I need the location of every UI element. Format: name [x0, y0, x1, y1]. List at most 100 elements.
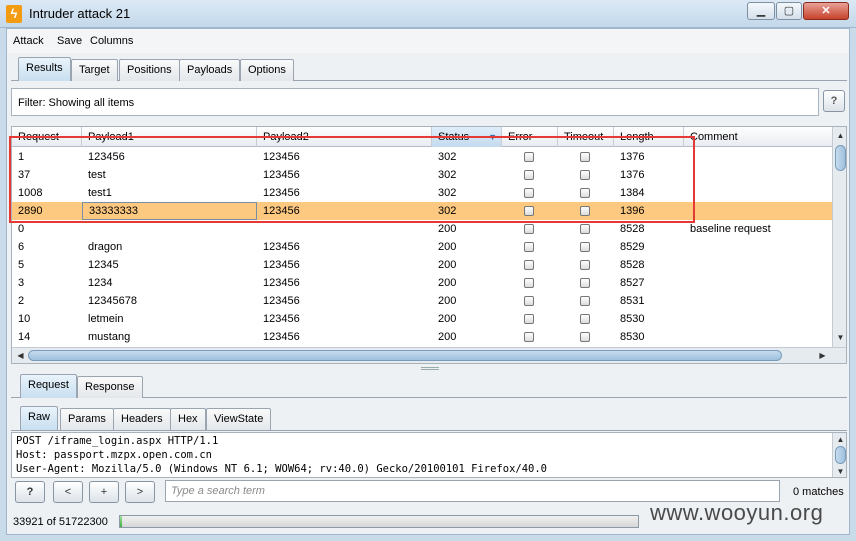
- menu-columns[interactable]: Columns: [90, 35, 133, 47]
- tab-request[interactable]: Request: [20, 374, 77, 398]
- raw-request-editor[interactable]: POST /iframe_login.aspx HTTP/1.1 Host: p…: [11, 432, 847, 478]
- table-row[interactable]: 3 1234 123456 200 8527: [12, 274, 832, 292]
- col-timeout[interactable]: Timeout: [558, 127, 614, 147]
- title-bar: ϟ Intruder attack 21 ▁ ▢ ✕: [0, 0, 856, 28]
- tab-raw[interactable]: Raw: [20, 406, 59, 430]
- search-input[interactable]: [165, 480, 780, 502]
- cell-request: 5: [18, 259, 25, 271]
- cell-length: 1396: [620, 205, 645, 217]
- vertical-scroll-thumb[interactable]: [835, 145, 846, 171]
- raw-line: POST /iframe_login.aspx HTTP/1.1: [16, 435, 219, 447]
- table-vertical-scrollbar[interactable]: ▲ ▼: [832, 127, 846, 347]
- table-row[interactable]: 2 12345678 123456 200 8531: [12, 292, 832, 310]
- raw-scroll-thumb[interactable]: [835, 446, 846, 464]
- cell-request: 2: [18, 295, 25, 307]
- cell-payload2: 123456: [263, 241, 300, 253]
- table-row[interactable]: 6 dragon 123456 200 8529: [12, 238, 832, 256]
- cell-payload2: [257, 220, 263, 238]
- cell-payload2: 123456: [263, 277, 300, 289]
- table-row[interactable]: 0 200 8528 baseline request: [12, 220, 832, 238]
- timeout-checkbox: [580, 170, 590, 180]
- cell-comment: [684, 256, 690, 274]
- tab-results[interactable]: Results: [18, 57, 71, 81]
- filter-bar[interactable]: Filter: Showing all items: [11, 88, 819, 116]
- scroll-down-icon[interactable]: ▼: [834, 331, 846, 344]
- error-checkbox: [524, 296, 534, 306]
- timeout-checkbox: [580, 314, 590, 324]
- tab-viewstate[interactable]: ViewState: [206, 408, 272, 430]
- cell-status: 200: [438, 223, 457, 235]
- search-prev-button[interactable]: <: [53, 481, 83, 503]
- col-status[interactable]: Status ▼: [432, 127, 502, 147]
- tab-hex[interactable]: Hex: [170, 408, 206, 430]
- table-horizontal-scrollbar[interactable]: ◀ ▶: [12, 347, 846, 363]
- horizontal-scroll-thumb[interactable]: [28, 350, 782, 361]
- scroll-up-icon[interactable]: ▲: [834, 129, 846, 142]
- tab-options[interactable]: Options: [240, 59, 294, 81]
- cell-request: 6: [18, 241, 25, 253]
- table-row[interactable]: 2890 33333333 123456 302 1396: [12, 202, 832, 220]
- tab-params[interactable]: Params: [60, 408, 114, 430]
- table-row[interactable]: 37 test 123456 302 1376: [12, 166, 832, 184]
- close-button[interactable]: ✕: [803, 2, 849, 20]
- menu-save[interactable]: Save: [57, 35, 82, 47]
- cell-request: 10: [18, 313, 31, 325]
- table-row[interactable]: 5 12345 123456 200 8528: [12, 256, 832, 274]
- cell-request: 14: [18, 331, 31, 343]
- cell-status: 200: [438, 259, 457, 271]
- col-length[interactable]: Length: [614, 127, 684, 147]
- scroll-left-icon[interactable]: ◀: [14, 349, 27, 362]
- col-payload1[interactable]: Payload1: [82, 127, 257, 147]
- search-next-button[interactable]: >: [125, 481, 155, 503]
- col-comment[interactable]: Comment: [684, 127, 832, 147]
- cell-payload1: 12345: [88, 259, 119, 271]
- cell-status: 302: [438, 151, 457, 163]
- raw-scroll-down-icon[interactable]: ▼: [834, 465, 846, 477]
- col-error[interactable]: Error: [502, 127, 558, 147]
- raw-vertical-scrollbar[interactable]: ▲ ▼: [832, 433, 846, 477]
- cell-payload2: 123456: [263, 169, 300, 181]
- window-title: Intruder attack 21: [29, 6, 131, 21]
- scroll-right-icon[interactable]: ▶: [816, 349, 829, 362]
- table-row[interactable]: 10 letmein 123456 200 8530: [12, 310, 832, 328]
- search-match-count: 0 matches: [793, 486, 844, 498]
- cell-comment: [684, 274, 690, 292]
- minimize-button[interactable]: ▁: [747, 2, 775, 20]
- cell-payload2: 123456: [263, 151, 300, 163]
- filter-help-button[interactable]: ?: [823, 90, 845, 112]
- tab-payloads[interactable]: Payloads: [179, 59, 241, 81]
- raw-line: Host: passport.mzpx.open.com.cn: [16, 449, 212, 461]
- burp-lightning-icon: ϟ: [6, 5, 22, 23]
- cell-comment: [684, 148, 690, 166]
- cell-payload1: dragon: [88, 241, 123, 253]
- table-row[interactable]: 14 mustang 123456 200 8530: [12, 328, 832, 346]
- tab-response[interactable]: Response: [77, 376, 143, 398]
- search-help-button[interactable]: ?: [15, 481, 45, 503]
- intruder-window: Attack Save Columns Results Target Posit…: [6, 28, 850, 535]
- cell-comment: [684, 310, 690, 328]
- cell-request: 3: [18, 277, 25, 289]
- maximize-button[interactable]: ▢: [776, 2, 802, 20]
- tab-headers[interactable]: Headers: [113, 408, 171, 430]
- tab-positions[interactable]: Positions: [119, 59, 180, 81]
- menu-bar: Attack Save Columns: [7, 29, 849, 53]
- cell-request: 0: [18, 223, 25, 235]
- timeout-checkbox: [580, 152, 590, 162]
- col-payload2[interactable]: Payload2: [257, 127, 432, 147]
- raw-scroll-up-icon[interactable]: ▲: [834, 433, 846, 446]
- cell-request: 1: [18, 151, 25, 163]
- cell-payload2: 123456: [263, 331, 300, 343]
- view-tab-divider: [11, 430, 847, 431]
- error-checkbox: [524, 314, 534, 324]
- cell-length: 8528: [620, 223, 645, 235]
- menu-attack[interactable]: Attack: [13, 35, 44, 47]
- pane-splitter[interactable]: [421, 367, 439, 370]
- cell-payload2: 123456: [263, 295, 300, 307]
- table-row[interactable]: 1008 test1 123456 302 1384: [12, 184, 832, 202]
- col-request[interactable]: Request: [12, 127, 82, 147]
- tab-target[interactable]: Target: [71, 59, 118, 81]
- table-row[interactable]: 1 123456 123456 302 1376: [12, 148, 832, 166]
- cell-comment: [684, 166, 690, 184]
- search-add-button[interactable]: +: [89, 481, 119, 503]
- cell-comment: [684, 202, 690, 220]
